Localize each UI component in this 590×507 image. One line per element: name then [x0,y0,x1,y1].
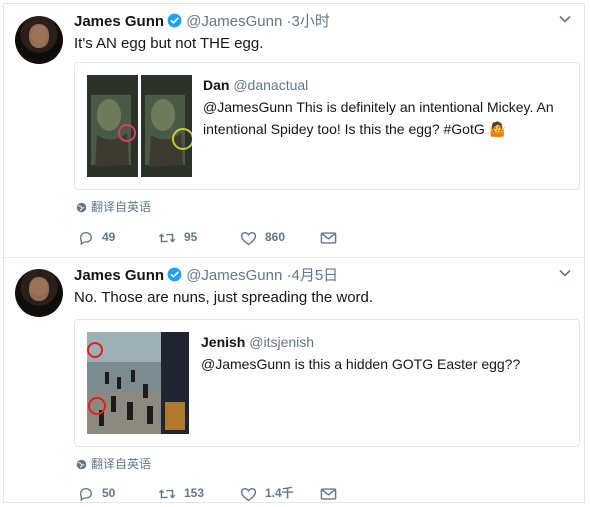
tweet-text: No. Those are nuns, just spreading the w… [74,289,374,306]
quote-text: @JamesGunn This is definitely an intenti… [203,96,565,140]
shrug-emoji: 🤷 [488,121,507,137]
translate-label: 翻译自英语 [91,200,152,214]
globe-icon [76,201,87,217]
retweet-button[interactable]: 95 [158,227,197,247]
like-count: 860 [265,230,286,244]
timestamp[interactable]: 4月5日 [291,267,338,284]
author-name[interactable]: James Gunn [74,13,164,30]
tweet-header: James Gunn @JamesGunn ·3小时 [74,11,574,33]
direct-message-button[interactable] [320,483,345,503]
tweet-header: James Gunn @JamesGunn ·4月5日 [74,265,574,287]
avatar[interactable] [15,16,63,64]
translate-link[interactable]: 翻译自英语 [76,199,151,217]
chevron-down-icon[interactable] [558,265,572,287]
quote-author-handle: @danactual [233,77,309,93]
heart-icon [240,231,257,246]
retweet-button[interactable]: 153 [158,483,204,503]
verified-badge-icon [167,267,182,289]
quote-image [87,75,194,177]
reply-icon [79,231,93,246]
reply-count: 50 [102,486,116,500]
like-count: 1.4千 [265,486,294,500]
retweet-count: 95 [184,230,198,244]
verified-badge-icon [167,13,182,35]
quote-media[interactable] [87,75,194,182]
reply-button[interactable]: 49 [78,227,115,247]
like-button[interactable]: 860 [240,227,285,247]
tweet[interactable]: James Gunn @JamesGunn ·4月5日 No. Those ar… [4,257,584,504]
author-handle[interactable]: @JamesGunn [186,267,282,284]
avatar[interactable] [15,269,63,317]
like-button[interactable]: 1.4千 [240,483,294,503]
reply-button[interactable]: 50 [78,483,115,503]
quote-author-name: Dan [203,77,230,93]
quote-author-name: Jenish [201,334,246,350]
quote-author[interactable]: Jenish @itsjenish [201,332,314,352]
translate-link[interactable]: 翻译自英语 [76,456,151,474]
author-handle[interactable]: @JamesGunn [186,13,282,30]
reply-count: 49 [102,230,116,244]
envelope-icon [320,232,337,244]
tweet-text: It's AN egg but not THE egg. [74,35,264,52]
heart-icon [240,487,257,502]
author-name[interactable]: James Gunn [74,267,164,284]
quote-media[interactable] [87,332,189,439]
quote-text: @JamesGunn is this a hidden GOTG Easter … [201,356,521,372]
quote-image [87,332,189,434]
globe-icon [76,458,87,474]
retweet-icon [158,489,176,499]
envelope-icon [320,488,337,500]
timestamp[interactable]: 3小时 [291,13,329,30]
direct-message-button[interactable] [320,227,345,247]
quote-author-handle: @itsjenish [249,334,315,350]
quoted-tweet[interactable]: Jenish @itsjenish @JamesGunn is this a h… [74,319,580,447]
quoted-tweet[interactable]: Dan @danactual @JamesGunn This is defini… [74,62,580,190]
chevron-down-icon[interactable] [558,11,572,33]
timeline: James Gunn @JamesGunn ·3小时 It's AN egg b… [3,3,585,503]
retweet-icon [158,233,176,243]
translate-label: 翻译自英语 [91,457,152,471]
quote-author[interactable]: Dan @danactual [203,75,308,95]
tweet[interactable]: James Gunn @JamesGunn ·3小时 It's AN egg b… [4,4,584,258]
reply-icon [79,487,93,502]
retweet-count: 153 [184,486,205,500]
